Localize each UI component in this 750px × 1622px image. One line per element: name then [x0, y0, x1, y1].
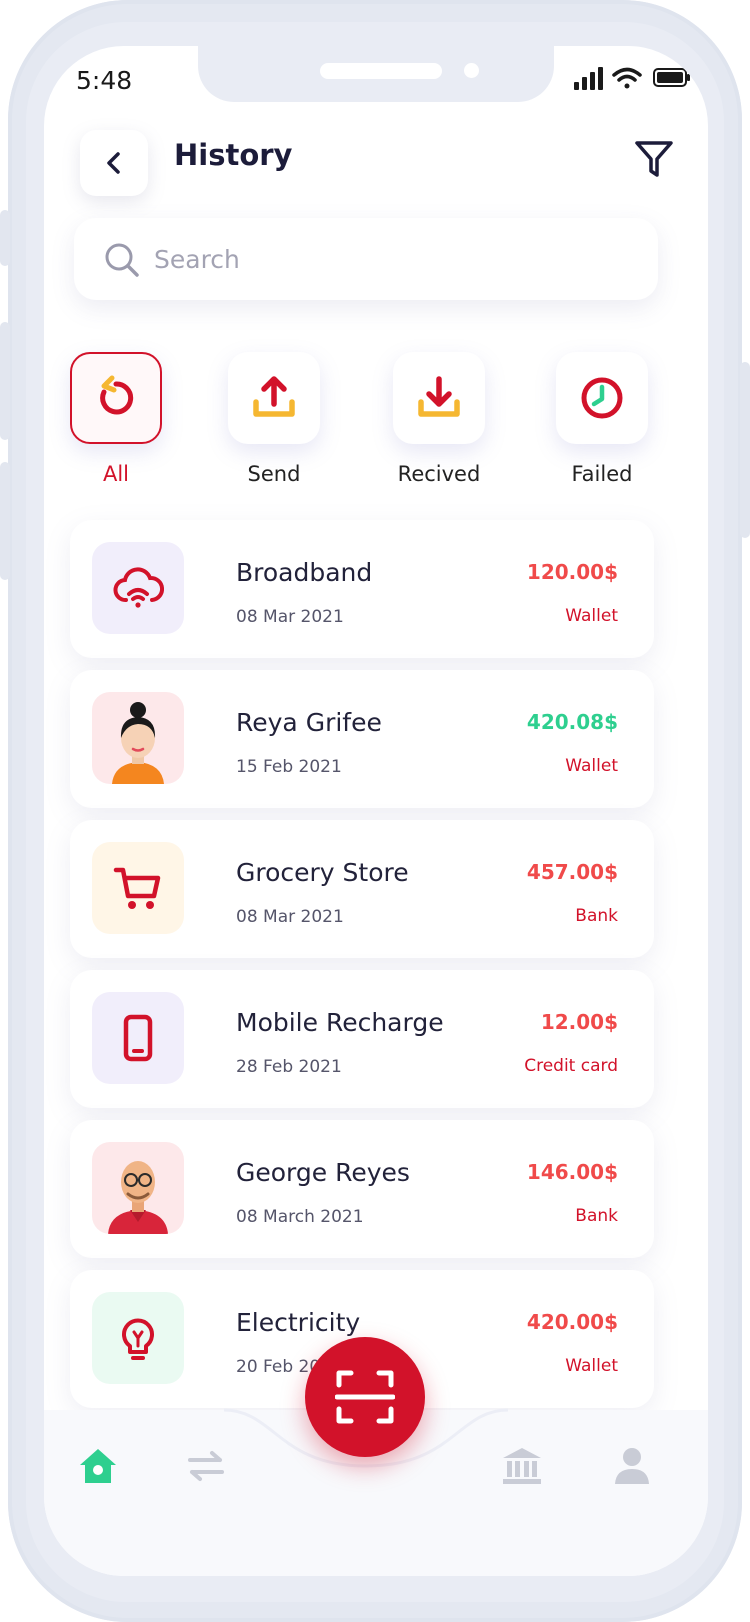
filter-tab-box	[556, 352, 648, 444]
transaction-thumb	[92, 992, 184, 1084]
bank-icon	[503, 1448, 541, 1484]
man-avatar	[108, 1161, 168, 1234]
phone-notch	[198, 46, 554, 102]
transaction-method: Bank	[575, 1206, 618, 1226]
woman-avatar	[112, 702, 164, 784]
transaction-card[interactable]: Grocery Store 08 Mar 2021 457.00$ Bank	[70, 820, 654, 958]
page-title: History	[174, 138, 293, 172]
transaction-method: Credit card	[524, 1056, 618, 1076]
filter-tab-label: All	[102, 462, 130, 486]
transaction-date: 08 Mar 2021	[236, 907, 344, 927]
mobile-icon	[123, 1014, 153, 1062]
transaction-date: 28 Feb 2021	[236, 1057, 342, 1077]
wifi-cloud-icon	[113, 567, 164, 608]
status-icons	[574, 67, 690, 90]
transaction-title: Broadband	[236, 558, 373, 587]
filter-icon[interactable]	[634, 138, 674, 180]
transaction-method: Bank	[575, 906, 618, 926]
filter-tab-received[interactable]: Recived	[374, 352, 504, 502]
search-input[interactable]	[154, 236, 634, 282]
phone-side-button	[0, 210, 10, 266]
transaction-card[interactable]: George Reyes 08 March 2021 146.00$ Bank	[70, 1120, 654, 1258]
transaction-thumb	[92, 1142, 184, 1234]
transaction-method: Wallet	[565, 1356, 618, 1376]
transaction-title: Mobile Recharge	[236, 1008, 444, 1037]
transaction-thumb	[92, 542, 184, 634]
front-camera	[464, 63, 479, 78]
battery-icon	[653, 68, 690, 87]
filter-tab-all[interactable]: All	[51, 352, 181, 502]
phone-side-button	[0, 462, 10, 580]
transaction-method: Wallet	[565, 606, 618, 626]
transaction-amount: 120.00$	[526, 560, 618, 584]
nav-home[interactable]	[76, 1444, 120, 1488]
wifi-icon	[612, 67, 642, 89]
transaction-date: 08 Mar 2021	[236, 607, 344, 627]
filter-tab-label: Send	[247, 462, 301, 486]
scan-button[interactable]	[305, 1337, 425, 1457]
transaction-date: 15 Feb 2021	[236, 757, 342, 777]
phone-side-button	[740, 362, 750, 538]
cart-icon	[113, 867, 161, 909]
home-icon	[80, 1449, 116, 1483]
search-icon	[105, 243, 139, 277]
transaction-thumb	[92, 692, 184, 784]
filter-tab-label: Failed	[571, 462, 633, 486]
filter-tab-failed[interactable]: Failed	[537, 352, 667, 502]
nav-bank[interactable]	[500, 1444, 544, 1488]
download-icon	[418, 376, 460, 417]
signal-icon	[574, 67, 603, 90]
chevron-left-icon	[107, 152, 120, 174]
status-time: 5:48	[76, 66, 133, 95]
filter-tab-box	[70, 352, 162, 444]
scan-icon	[335, 1370, 395, 1424]
transaction-title: Reya Grifee	[236, 708, 382, 737]
filter-tab-send[interactable]: Send	[209, 352, 339, 502]
transaction-card[interactable]: Broadband 08 Mar 2021 120.00$ Wallet	[70, 520, 654, 658]
transfer-icon	[188, 1451, 224, 1481]
transaction-card[interactable]: Reya Grifee 15 Feb 2021 420.08$ Wallet	[70, 670, 654, 808]
search-bar[interactable]	[74, 218, 658, 300]
transaction-amount: 12.00$	[540, 1010, 618, 1034]
transaction-title: Electricity	[236, 1308, 361, 1337]
transaction-amount: 420.08$	[526, 710, 618, 734]
transaction-method: Wallet	[565, 756, 618, 776]
clock-icon	[581, 377, 623, 419]
phone-side-button	[0, 322, 10, 440]
transaction-amount: 146.00$	[526, 1160, 618, 1184]
nav-transfer[interactable]	[184, 1444, 228, 1488]
transaction-title: George Reyes	[236, 1158, 410, 1187]
back-button[interactable]	[80, 130, 148, 196]
filter-tab-box	[228, 352, 320, 444]
transaction-card[interactable]: Mobile Recharge 28 Feb 2021 12.00$ Credi…	[70, 970, 654, 1108]
profile-icon	[615, 1448, 649, 1484]
filter-tab-box	[393, 352, 485, 444]
transaction-thumb	[92, 842, 184, 934]
app-screen: 5:48 History Search All Send Recived Fai…	[44, 46, 708, 1576]
transaction-amount: 420.00$	[526, 1310, 618, 1334]
refresh-icon	[100, 375, 134, 415]
filter-tab-label: Recived	[397, 462, 481, 486]
transaction-title: Grocery Store	[236, 858, 409, 887]
bulb-icon	[122, 1318, 154, 1360]
transaction-thumb	[92, 1292, 184, 1384]
speaker-grille	[320, 63, 442, 79]
transaction-amount: 457.00$	[526, 860, 618, 884]
transaction-date: 08 March 2021	[236, 1207, 364, 1227]
upload-icon	[253, 376, 295, 417]
nav-profile[interactable]	[610, 1444, 654, 1488]
